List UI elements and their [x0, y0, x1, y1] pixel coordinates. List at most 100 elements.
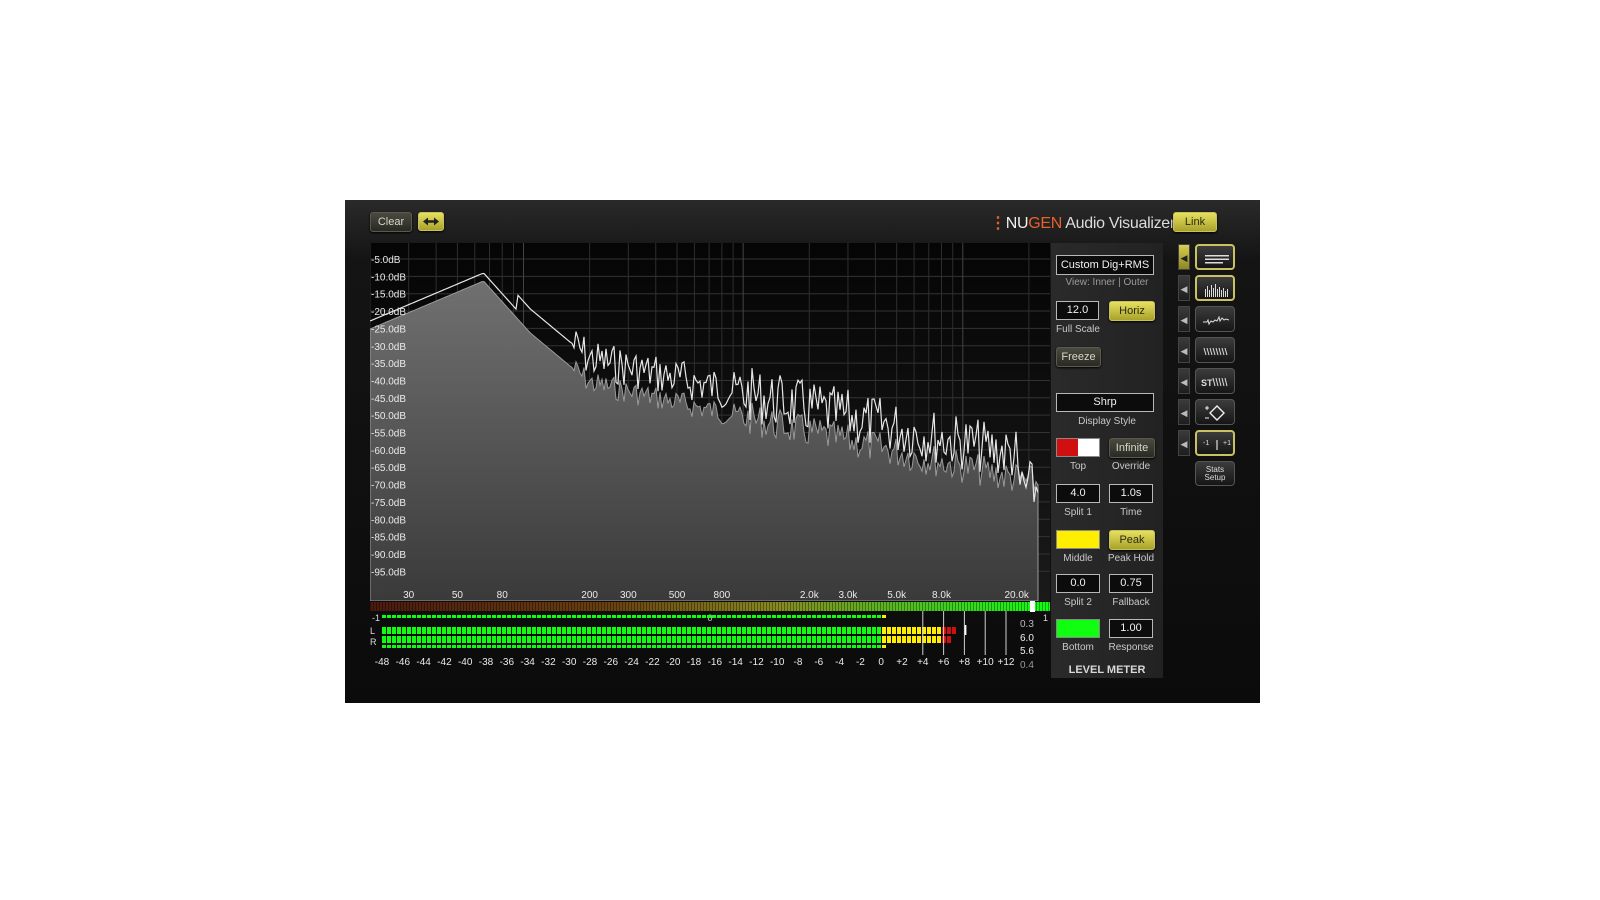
view5-button[interactable]: ST: [1195, 368, 1235, 394]
meter-segment: [742, 627, 746, 634]
view6-arrow[interactable]: ◀: [1178, 399, 1190, 425]
meter-segment: [532, 627, 536, 634]
meter-segment: [527, 645, 531, 648]
db-tick-label: -85.0dB: [371, 533, 406, 544]
view1-arrow[interactable]: ◀: [1178, 244, 1190, 270]
top-color-swatch[interactable]: [1056, 438, 1100, 457]
meter-segment: [697, 627, 701, 634]
preset-field[interactable]: Custom Dig+RMS: [1056, 255, 1154, 275]
meter-segment: [542, 645, 546, 648]
meter-segment: [832, 627, 836, 634]
spectrum-display[interactable]: -5.0dB -10.0dB -15.0dB -20.0dB -25.0dB -30.0d…: [370, 243, 1050, 601]
stereo-field-icon: [1205, 405, 1225, 421]
meter-segment: [617, 645, 621, 648]
meter-segment: [907, 627, 911, 634]
meter-segment: [527, 615, 531, 618]
freeze-button[interactable]: Freeze: [1056, 347, 1101, 367]
meter-segment: [657, 636, 661, 643]
meter-segment: [652, 636, 656, 643]
meter-segment: [717, 627, 721, 634]
middle-color-swatch[interactable]: [1056, 530, 1100, 549]
meter-segment: [567, 627, 571, 634]
meter-segment: [752, 645, 756, 648]
view3-arrow[interactable]: ◀: [1178, 306, 1190, 332]
view4-arrow[interactable]: ◀: [1178, 337, 1190, 363]
meter-segment: [577, 636, 581, 643]
meter-segment: [472, 627, 476, 634]
split1-field[interactable]: 4.0: [1056, 484, 1100, 503]
display-style-label: Display Style: [1078, 416, 1136, 427]
meter-segment: [652, 645, 656, 648]
meter-scale-label: +12: [998, 657, 1015, 668]
view7-arrow[interactable]: ◀: [1178, 430, 1190, 456]
meter-segment: [902, 627, 906, 634]
meter-segment: [742, 645, 746, 648]
freq-tick-label: 30: [403, 590, 415, 601]
stats-setup-button[interactable]: Stats Setup: [1195, 461, 1235, 486]
view7-button[interactable]: -1 +1: [1195, 430, 1235, 456]
peak-button[interactable]: Peak: [1109, 530, 1155, 550]
fallback-label: Fallback: [1112, 597, 1150, 608]
meter-segment: [442, 636, 446, 643]
meter-segment: [662, 627, 666, 634]
meter-segment: [552, 645, 556, 648]
view3-button[interactable]: [1195, 306, 1235, 332]
response-field[interactable]: 1.00: [1109, 619, 1153, 638]
meter-segment: [672, 645, 676, 648]
meter-segment: [642, 636, 646, 643]
meter-segment: [562, 627, 566, 634]
display-style-field[interactable]: Shrp: [1056, 393, 1154, 412]
fallback-field[interactable]: 0.75: [1109, 574, 1153, 593]
meter-segment: [482, 627, 486, 634]
meter-scale-label: -32: [541, 657, 556, 668]
meter-segment: [827, 627, 831, 634]
swap-arrows-button[interactable]: [418, 212, 444, 231]
meter-segment: [502, 615, 506, 618]
split2-field[interactable]: 0.0: [1056, 574, 1100, 593]
link-button[interactable]: Link: [1173, 212, 1217, 232]
meter-segment: [932, 636, 936, 643]
meter-segment: [542, 636, 546, 643]
view2-button[interactable]: [1195, 275, 1235, 301]
view5-arrow[interactable]: ◀: [1178, 368, 1190, 394]
readout-2: 6.0: [1020, 633, 1034, 644]
meter-segment: [872, 645, 876, 648]
time-field[interactable]: 1.0s: [1109, 484, 1153, 503]
meter-segment: [602, 636, 606, 643]
meter-segment: [752, 615, 756, 618]
meter-segment: [822, 627, 826, 634]
readout-4: 0.4: [1020, 660, 1034, 671]
view4-button[interactable]: [1195, 337, 1235, 363]
view2-arrow[interactable]: ◀: [1178, 275, 1190, 301]
meter-segment: [382, 627, 386, 634]
meter-segment: [457, 645, 461, 648]
view1-button[interactable]: [1195, 244, 1235, 270]
meter-segment: [647, 615, 651, 618]
meter-segment: [687, 615, 691, 618]
clear-button[interactable]: Clear: [370, 212, 412, 232]
meter-segment: [532, 636, 536, 643]
meter-segment: [382, 645, 386, 648]
readout-3: 5.6: [1020, 646, 1034, 657]
meter-segment: [847, 615, 851, 618]
horiz-button[interactable]: Horiz: [1109, 301, 1155, 321]
meter-segment: [512, 645, 516, 648]
meter-segment: [437, 615, 441, 618]
full-scale-field[interactable]: 12.0: [1056, 301, 1099, 320]
db-tick-label: -60.0dB: [371, 446, 406, 457]
freq-tick-label: 20.0k: [1004, 590, 1029, 601]
full-scale-label: Full Scale: [1056, 324, 1100, 335]
meter-segment: [632, 636, 636, 643]
bottom-color-swatch[interactable]: [1056, 619, 1100, 638]
meter-segment: [472, 636, 476, 643]
db-tick-label: -45.0dB: [371, 394, 406, 405]
meter-segment: [832, 636, 836, 643]
meter-segment: [427, 615, 431, 618]
infinite-button[interactable]: Infinite: [1109, 438, 1155, 458]
meter-segment: [807, 645, 811, 648]
readout-1: 0.3: [1020, 619, 1034, 630]
meter-scale-label: -34: [520, 657, 535, 668]
view-label[interactable]: View: Inner | Outer: [1051, 277, 1163, 288]
view6-button[interactable]: [1195, 399, 1235, 425]
meter-segment: [397, 615, 401, 618]
